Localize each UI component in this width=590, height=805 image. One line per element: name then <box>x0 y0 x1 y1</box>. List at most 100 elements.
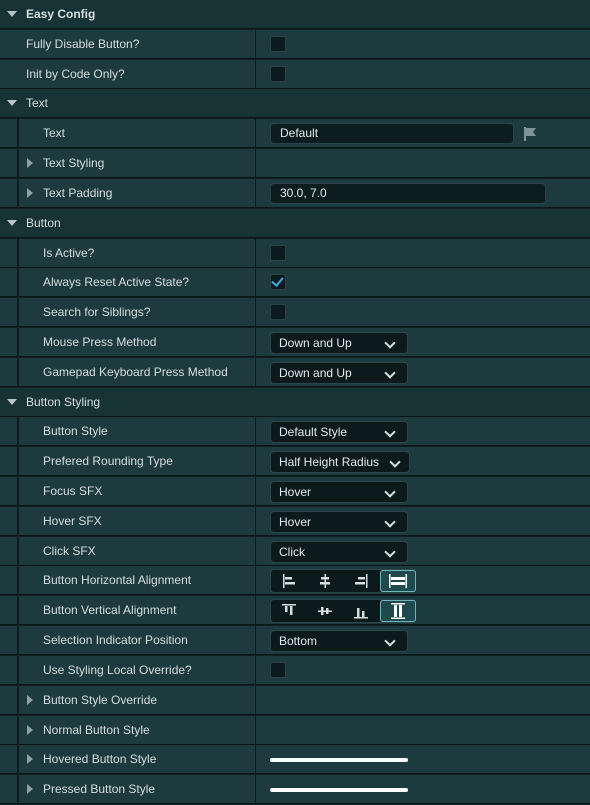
fully-disable-checkbox[interactable] <box>270 36 286 52</box>
row-is-active: Is Active? <box>0 239 590 268</box>
gamepad-press-dropdown[interactable]: Down and Up <box>270 362 408 384</box>
align-center-icon <box>320 574 330 588</box>
row-button-style-override[interactable]: Button Style Override <box>0 686 590 715</box>
property-label: Click SFX <box>43 544 96 558</box>
chevron-down-icon <box>384 486 396 498</box>
category-easy-config[interactable]: Easy Config <box>0 0 590 29</box>
chevron-down-icon <box>384 516 396 528</box>
chevron-down-icon <box>384 426 396 438</box>
align-right-icon <box>355 574 368 588</box>
fill-vertical-icon <box>391 603 405 619</box>
row-text-styling[interactable]: Text Styling <box>0 149 590 178</box>
align-bottom-button[interactable] <box>343 600 379 622</box>
collapse-arrow-icon[interactable] <box>7 399 17 405</box>
dropdown-value: Default Style <box>279 425 348 439</box>
row-hovered-button-style[interactable]: Hovered Button Style <box>0 745 590 774</box>
flag-icon[interactable] <box>522 126 538 142</box>
expand-arrow-icon[interactable] <box>27 158 33 168</box>
row-button-style: Button Style Default Style <box>0 417 590 446</box>
collapse-arrow-icon[interactable] <box>7 220 17 226</box>
fill-horizontal-icon <box>389 574 407 588</box>
row-gamepad-press-method: Gamepad Keyboard Press Method Down and U… <box>0 358 590 387</box>
selection-indicator-dropdown[interactable]: Bottom <box>270 630 408 652</box>
dropdown-value: Hover <box>279 485 312 499</box>
row-rounding-type: Prefered Rounding Type Half Height Radiu… <box>0 447 590 476</box>
property-label: Always Reset Active State? <box>43 275 190 289</box>
dropdown-value: Down and Up <box>279 336 352 350</box>
property-label: Mouse Press Method <box>43 335 157 349</box>
style-preview-bar <box>270 758 408 762</box>
row-text-padding: Text Padding 30.0, 7.0 <box>0 179 590 208</box>
dropdown-value: Half Height Radius <box>279 455 380 469</box>
always-reset-checkbox[interactable] <box>270 274 286 290</box>
focus-sfx-dropdown[interactable]: Hover <box>270 481 408 503</box>
details-panel: Easy Config Fully Disable Button? Init b… <box>0 0 590 805</box>
text-padding-input[interactable]: 30.0, 7.0 <box>270 183 546 204</box>
chevron-down-icon <box>384 546 396 558</box>
text-input[interactable]: Default <box>270 123 514 144</box>
category-button[interactable]: Button <box>0 209 590 238</box>
button-style-dropdown[interactable]: Default Style <box>270 421 408 443</box>
category-button-styling[interactable]: Button Styling <box>0 388 590 417</box>
align-top-button[interactable] <box>271 600 307 622</box>
dropdown-value: Down and Up <box>279 366 352 380</box>
hover-sfx-dropdown[interactable]: Hover <box>270 511 408 533</box>
property-label: Text Padding <box>43 186 113 200</box>
expand-arrow-icon[interactable] <box>27 725 33 735</box>
align-left-button[interactable] <box>271 570 307 592</box>
dropdown-value: Click <box>279 545 305 559</box>
align-fill-horizontal-button[interactable] <box>380 570 416 592</box>
align-right-button[interactable] <box>343 570 379 592</box>
row-selection-indicator: Selection Indicator Position Bottom <box>0 626 590 655</box>
dropdown-value: Bottom <box>279 634 318 648</box>
dropdown-value: Hover <box>279 515 312 529</box>
property-label: Button Style <box>43 424 108 438</box>
row-vertical-alignment: Button Vertical Alignment <box>0 596 590 625</box>
expand-arrow-icon[interactable] <box>27 188 33 198</box>
row-search-siblings: Search for Siblings? <box>0 298 590 327</box>
property-label: Init by Code Only? <box>26 67 125 81</box>
property-label: Button Vertical Alignment <box>43 603 177 617</box>
row-always-reset: Always Reset Active State? <box>0 268 590 297</box>
search-siblings-checkbox[interactable] <box>270 304 286 320</box>
property-label: Focus SFX <box>43 484 103 498</box>
property-label: Fully Disable Button? <box>26 37 140 51</box>
expand-arrow-icon[interactable] <box>27 695 33 705</box>
row-fully-disable-button: Fully Disable Button? <box>0 30 590 59</box>
row-use-styling-override: Use Styling Local Override? <box>0 656 590 685</box>
row-focus-sfx: Focus SFX Hover <box>0 477 590 506</box>
align-fill-vertical-button[interactable] <box>380 600 416 622</box>
property-label: Hovered Button Style <box>43 752 157 766</box>
align-left-icon <box>283 574 295 588</box>
property-label: Text <box>43 126 66 140</box>
property-label: Hover SFX <box>43 514 102 528</box>
property-label: Normal Button Style <box>43 723 150 737</box>
init-by-code-checkbox[interactable] <box>270 66 286 82</box>
row-pressed-button-style[interactable]: Pressed Button Style <box>0 775 590 804</box>
row-click-sfx: Click SFX Click <box>0 537 590 566</box>
align-middle-button[interactable] <box>307 600 343 622</box>
rounding-type-dropdown[interactable]: Half Height Radius <box>270 451 410 473</box>
category-label: Button Styling <box>26 395 101 409</box>
property-label: Prefered Rounding Type <box>43 454 173 468</box>
is-active-checkbox[interactable] <box>270 245 286 261</box>
click-sfx-dropdown[interactable]: Click <box>270 541 408 563</box>
style-preview-bar <box>270 788 408 792</box>
collapse-arrow-icon[interactable] <box>7 100 17 106</box>
mouse-press-dropdown[interactable]: Down and Up <box>270 332 408 354</box>
use-override-checkbox[interactable] <box>270 662 286 678</box>
property-label: Button Style Override <box>43 693 158 707</box>
category-label: Button <box>26 216 61 230</box>
category-label: Text <box>26 96 49 110</box>
expand-arrow-icon[interactable] <box>27 784 33 794</box>
collapse-arrow-icon[interactable] <box>7 11 17 17</box>
property-label: Selection Indicator Position <box>43 633 188 647</box>
category-text[interactable]: Text <box>0 89 590 118</box>
row-mouse-press-method: Mouse Press Method Down and Up <box>0 328 590 357</box>
chevron-down-icon <box>384 635 396 647</box>
expand-arrow-icon[interactable] <box>27 754 33 764</box>
vertical-alignment-selector <box>270 599 416 623</box>
align-middle-icon <box>318 607 332 615</box>
align-center-button[interactable] <box>307 570 343 592</box>
row-normal-button-style[interactable]: Normal Button Style <box>0 716 590 745</box>
